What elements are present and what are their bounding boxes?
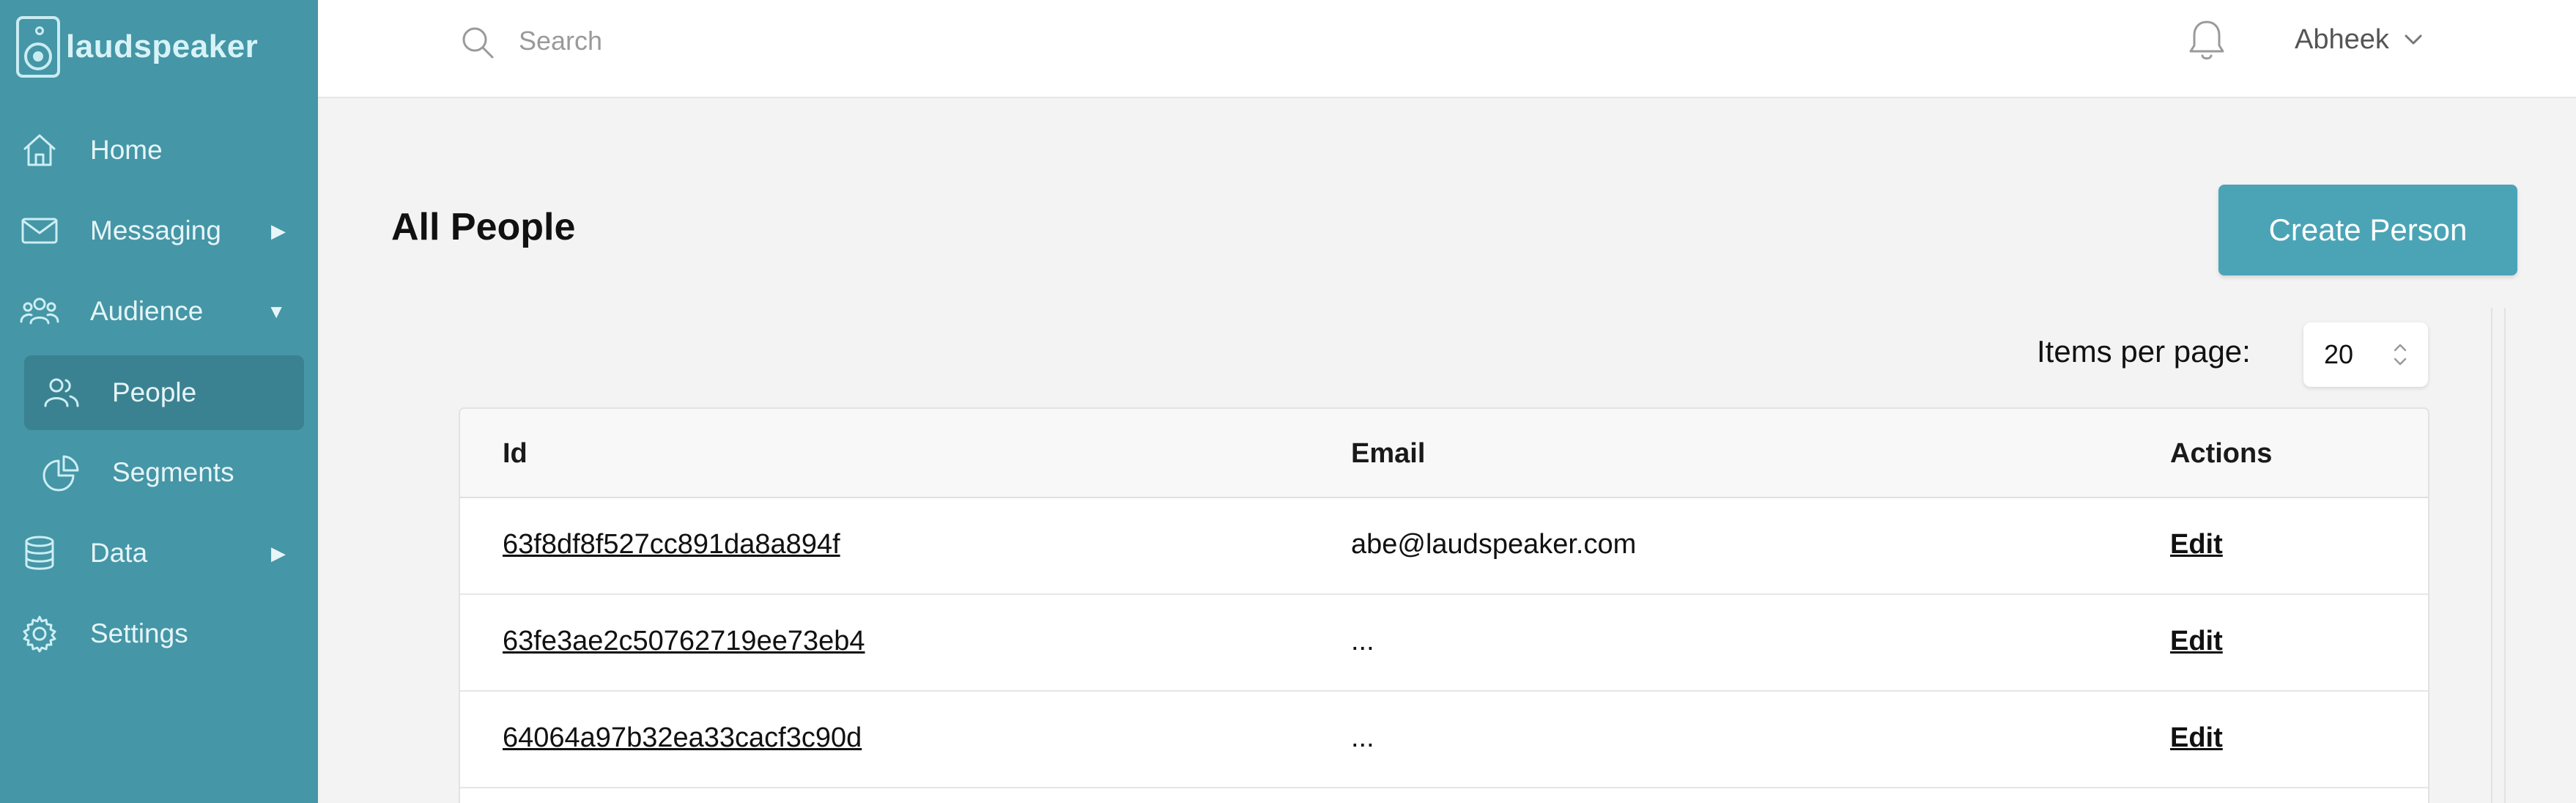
table-row: 63f8df8f527cc891da8a894f abe@laudspeaker… [460, 498, 2428, 595]
pie-chart-icon [41, 452, 82, 493]
person-id-link[interactable]: 63f8df8f527cc891da8a894f [503, 529, 840, 560]
sidebar-item-messaging[interactable]: Messaging ▶ [0, 198, 318, 264]
sidebar: laudspeaker Home Messaging ▶ Audience ▼ … [0, 0, 318, 803]
sidebar-item-data[interactable]: Data ▶ [0, 520, 318, 586]
sidebar-item-label: People [112, 377, 197, 407]
edit-link[interactable]: Edit [2170, 529, 2223, 560]
expand-arrow-icon[interactable]: ▶ [271, 542, 286, 565]
up-down-chevron-icon [2394, 344, 2407, 366]
user-menu[interactable]: Abheek [2295, 19, 2424, 60]
table-row: 63fe3ae2c50762719ee73eb4 ... Edit [460, 595, 2428, 692]
search-icon [462, 27, 494, 59]
app-name: laudspeaker [66, 29, 259, 64]
people-table: Id Email Actions 63f8df8f527cc891da8a894… [459, 407, 2429, 803]
sidebar-item-label: Data [90, 538, 148, 568]
items-per-page-select[interactable]: 20 [2303, 322, 2428, 387]
column-header-actions: Actions [2170, 438, 2273, 469]
edit-link[interactable]: Edit [2170, 722, 2223, 754]
expand-arrow-icon[interactable]: ▶ [271, 220, 286, 243]
column-header-id[interactable]: Id [503, 438, 528, 470]
person-id-link[interactable]: 64064a97b32ea33cacf3c90d [503, 722, 862, 754]
table-row: 64064a97b32ea33cacf3c90d ... Edit [460, 692, 2428, 788]
top-bar: Abheek [318, 0, 2576, 98]
sidebar-item-label: Settings [90, 618, 188, 648]
chevron-down-icon [2405, 34, 2422, 45]
sidebar-item-settings[interactable]: Settings [0, 601, 318, 667]
sidebar-item-label: Messaging [90, 215, 221, 245]
page-title: All People [391, 206, 576, 248]
sidebar-item-audience[interactable]: Audience ▼ [0, 278, 318, 344]
sidebar-item-label: Home [90, 135, 163, 165]
collapse-arrow-icon[interactable]: ▼ [267, 300, 286, 323]
person-email: ... [1351, 722, 1374, 753]
notification-bell-icon[interactable] [2185, 18, 2229, 64]
people-icon [41, 372, 82, 413]
envelope-icon [19, 210, 60, 251]
search-input[interactable] [519, 21, 1178, 62]
column-header-email[interactable]: Email [1351, 438, 1425, 470]
database-icon [19, 533, 60, 574]
speaker-logo-icon [16, 16, 60, 78]
sidebar-item-label: Audience [90, 296, 204, 326]
create-person-button[interactable]: Create Person [2218, 185, 2517, 275]
items-per-page-value: 20 [2324, 339, 2354, 369]
sidebar-item-home[interactable]: Home [0, 117, 318, 183]
users-icon [19, 291, 60, 332]
person-email: ... [1351, 626, 1374, 656]
sidebar-item-segments[interactable]: Segments [0, 440, 318, 506]
table-header: Id Email Actions [460, 409, 2428, 498]
sidebar-item-label: Segments [112, 457, 234, 487]
user-name: Abheek [2295, 23, 2389, 55]
person-email: abe@laudspeaker.com [1351, 529, 1637, 560]
gear-icon [19, 613, 60, 654]
items-per-page-label: Items per page: [2037, 334, 2251, 369]
content-scrollbar[interactable] [2491, 308, 2506, 803]
home-icon [19, 130, 60, 171]
person-id-link[interactable]: 63fe3ae2c50762719ee73eb4 [503, 626, 865, 657]
app-logo[interactable]: laudspeaker [16, 16, 258, 78]
edit-link[interactable]: Edit [2170, 626, 2223, 657]
sidebar-item-people[interactable]: People [24, 355, 304, 430]
